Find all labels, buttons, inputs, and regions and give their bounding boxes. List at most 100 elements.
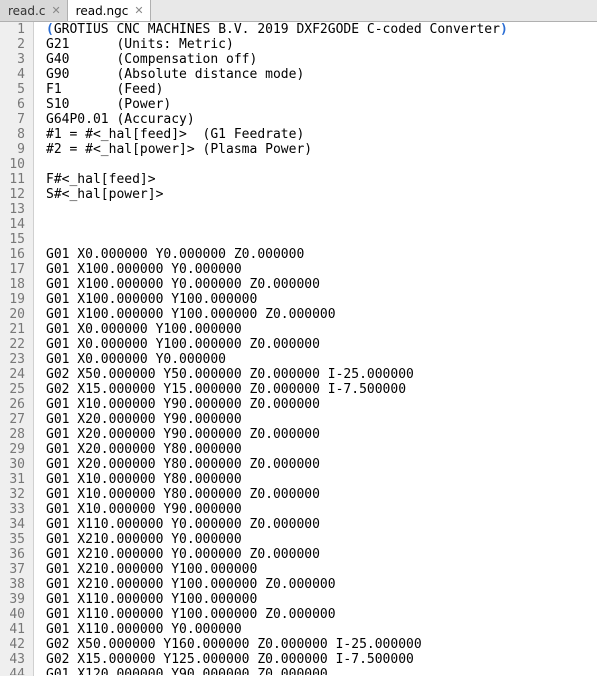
- line-number: 14: [4, 217, 25, 232]
- code-line[interactable]: G90 (Absolute distance mode): [46, 67, 597, 82]
- code-line[interactable]: G01 X20.000000 Y90.000000: [46, 412, 597, 427]
- line-number: 16: [4, 247, 25, 262]
- code-line[interactable]: G01 X100.000000 Y100.000000 Z0.000000: [46, 307, 597, 322]
- code-line[interactable]: G01 X210.000000 Y0.000000 Z0.000000: [46, 547, 597, 562]
- line-number: 29: [4, 442, 25, 457]
- line-number: 39: [4, 592, 25, 607]
- code-line[interactable]: G02 X50.000000 Y160.000000 Z0.000000 I-2…: [46, 637, 597, 652]
- code-line[interactable]: #1 = #<_hal[feed]> (G1 Feedrate): [46, 127, 597, 142]
- code-line[interactable]: G01 X210.000000 Y100.000000: [46, 562, 597, 577]
- line-number: 33: [4, 502, 25, 517]
- line-number: 26: [4, 397, 25, 412]
- close-icon[interactable]: ✕: [134, 5, 143, 16]
- tab-label: read.ngc: [76, 4, 129, 18]
- code-line[interactable]: S#<_hal[power]>: [46, 187, 597, 202]
- line-number: 7: [4, 112, 25, 127]
- code-line[interactable]: G01 X100.000000 Y100.000000: [46, 292, 597, 307]
- paren-open: (: [46, 22, 54, 37]
- code-line[interactable]: G01 X20.000000 Y80.000000 Z0.000000: [46, 457, 597, 472]
- line-number-gutter: 1234567891011121314151617181920212223242…: [0, 22, 34, 676]
- code-line[interactable]: F1 (Feed): [46, 82, 597, 97]
- code-area[interactable]: (GROTIUS CNC MACHINES B.V. 2019 DXF2GODE…: [34, 22, 597, 676]
- code-line[interactable]: G01 X0.000000 Y0.000000 Z0.000000: [46, 247, 597, 262]
- line-number: 20: [4, 307, 25, 322]
- code-line[interactable]: G40 (Compensation off): [46, 52, 597, 67]
- code-line[interactable]: G01 X0.000000 Y100.000000: [46, 322, 597, 337]
- line-number: 8: [4, 127, 25, 142]
- code-line[interactable]: #2 = #<_hal[power]> (Plasma Power): [46, 142, 597, 157]
- line-number: 43: [4, 652, 25, 667]
- tab-read-c[interactable]: read.c ✕: [0, 0, 68, 21]
- line-number: 31: [4, 472, 25, 487]
- code-line[interactable]: F#<_hal[feed]>: [46, 172, 597, 187]
- code-line[interactable]: [46, 232, 597, 247]
- code-line[interactable]: G01 X20.000000 Y90.000000 Z0.000000: [46, 427, 597, 442]
- line-number: 40: [4, 607, 25, 622]
- code-line[interactable]: G01 X110.000000 Y100.000000: [46, 592, 597, 607]
- tab-read-ngc[interactable]: read.ngc ✕: [68, 0, 151, 21]
- code-line[interactable]: G64P0.01 (Accuracy): [46, 112, 597, 127]
- line-number: 11: [4, 172, 25, 187]
- line-number: 41: [4, 622, 25, 637]
- code-line[interactable]: G01 X210.000000 Y100.000000 Z0.000000: [46, 577, 597, 592]
- line-number: 10: [4, 157, 25, 172]
- line-number: 21: [4, 322, 25, 337]
- line-number: 22: [4, 337, 25, 352]
- code-line[interactable]: G01 X0.000000 Y0.000000: [46, 352, 597, 367]
- code-line[interactable]: S10 (Power): [46, 97, 597, 112]
- close-icon[interactable]: ✕: [51, 5, 60, 16]
- code-line[interactable]: [46, 157, 597, 172]
- code-line[interactable]: G01 X10.000000 Y80.000000: [46, 472, 597, 487]
- code-line[interactable]: G01 X0.000000 Y100.000000 Z0.000000: [46, 337, 597, 352]
- code-line[interactable]: G21 (Units: Metric): [46, 37, 597, 52]
- line-number: 24: [4, 367, 25, 382]
- line-number: 28: [4, 427, 25, 442]
- code-line[interactable]: G01 X20.000000 Y80.000000: [46, 442, 597, 457]
- line-number: 17: [4, 262, 25, 277]
- code-line[interactable]: (GROTIUS CNC MACHINES B.V. 2019 DXF2GODE…: [46, 22, 597, 37]
- code-line[interactable]: G01 X10.000000 Y80.000000 Z0.000000: [46, 487, 597, 502]
- line-number: 4: [4, 67, 25, 82]
- line-number: 19: [4, 292, 25, 307]
- line-number: 23: [4, 352, 25, 367]
- line-number: 35: [4, 532, 25, 547]
- code-line[interactable]: G01 X110.000000 Y0.000000: [46, 622, 597, 637]
- code-line[interactable]: G02 X15.000000 Y15.000000 Z0.000000 I-7.…: [46, 382, 597, 397]
- code-line[interactable]: G01 X100.000000 Y0.000000 Z0.000000: [46, 277, 597, 292]
- line-number: 13: [4, 202, 25, 217]
- line-number: 15: [4, 232, 25, 247]
- code-line[interactable]: G01 X120.000000 Y90.000000 Z0.000000: [46, 667, 597, 675]
- line-number: 38: [4, 577, 25, 592]
- line-number: 3: [4, 52, 25, 67]
- code-line[interactable]: [46, 217, 597, 232]
- line-number: 34: [4, 517, 25, 532]
- line-number: 32: [4, 487, 25, 502]
- code-line[interactable]: G01 X110.000000 Y0.000000 Z0.000000: [46, 517, 597, 532]
- line-number: 1: [4, 22, 25, 37]
- line-number: 27: [4, 412, 25, 427]
- paren-close: ): [500, 22, 508, 37]
- line-number: 25: [4, 382, 25, 397]
- line-number: 9: [4, 142, 25, 157]
- line-number: 36: [4, 547, 25, 562]
- line-number: 44: [4, 667, 25, 675]
- line-number: 6: [4, 97, 25, 112]
- line-number: 2: [4, 37, 25, 52]
- tab-bar: read.c ✕ read.ngc ✕: [0, 0, 597, 22]
- line-number: 42: [4, 637, 25, 652]
- code-line[interactable]: G01 X100.000000 Y0.000000: [46, 262, 597, 277]
- code-line[interactable]: G01 X10.000000 Y90.000000: [46, 502, 597, 517]
- code-line[interactable]: G01 X110.000000 Y100.000000 Z0.000000: [46, 607, 597, 622]
- code-line[interactable]: G02 X15.000000 Y125.000000 Z0.000000 I-7…: [46, 652, 597, 667]
- line-number: 5: [4, 82, 25, 97]
- line-number: 37: [4, 562, 25, 577]
- line-number: 18: [4, 277, 25, 292]
- code-line[interactable]: G01 X210.000000 Y0.000000: [46, 532, 597, 547]
- line-number: 12: [4, 187, 25, 202]
- editor: 1234567891011121314151617181920212223242…: [0, 22, 597, 676]
- code-line[interactable]: G02 X50.000000 Y50.000000 Z0.000000 I-25…: [46, 367, 597, 382]
- tab-label: read.c: [8, 4, 45, 18]
- line-number: 30: [4, 457, 25, 472]
- code-line[interactable]: [46, 202, 597, 217]
- code-line[interactable]: G01 X10.000000 Y90.000000 Z0.000000: [46, 397, 597, 412]
